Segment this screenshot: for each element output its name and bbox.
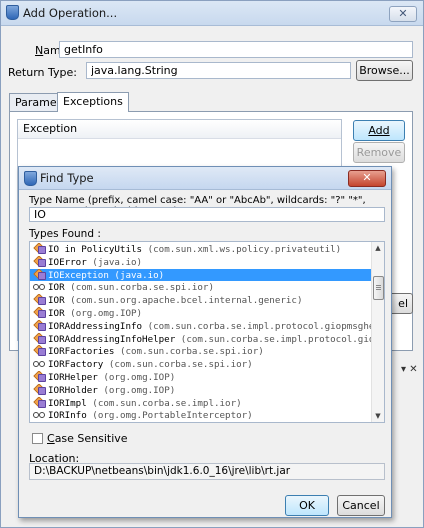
type-name: IOR — [48, 295, 65, 307]
type-name: IORAddressingInfo — [48, 320, 143, 332]
interface-icon — [33, 281, 45, 291]
type-result-row[interactable]: IORInfoExt (com.sun.corba.se.spi.legacy.… — [30, 422, 373, 423]
class-icon — [33, 307, 46, 318]
types-found-label: Types Found : — [29, 228, 101, 240]
close-button[interactable]: ✕ — [389, 6, 417, 22]
type-package: (com.sun.corba.se.impl.protocol.gio... — [180, 333, 373, 345]
type-package: (org.omg.IOP) — [70, 307, 143, 319]
tab-exceptions[interactable]: Exceptions — [57, 92, 129, 112]
type-package: (org.omg.IOP) — [103, 371, 176, 383]
interface-icon — [33, 422, 45, 423]
exception-column-header[interactable]: Exception — [18, 120, 341, 139]
scroll-down-arrow-icon[interactable]: ▼ — [372, 410, 384, 422]
type-result-row[interactable]: IO in PolicyUtils (com.sun.xml.ws.policy… — [30, 243, 373, 256]
type-name: IORImpl — [48, 397, 87, 409]
type-package: (com.sun.corba.se.spi.ior) — [119, 346, 264, 358]
type-package: (com.sun.org.apache.bcel.internal.generi… — [70, 295, 303, 307]
find-type-title-bar[interactable]: Find Type ✕ — [19, 167, 391, 190]
netbeans-app-icon — [24, 171, 37, 186]
grip-line — [376, 285, 381, 286]
add-button-label: Add — [368, 124, 390, 137]
name-input[interactable] — [59, 41, 413, 58]
types-found-list[interactable]: IO in PolicyUtils (com.sun.xml.ws.policy… — [29, 241, 385, 423]
find-type-title: Find Type — [40, 171, 94, 185]
grip-line — [376, 287, 381, 288]
type-package: (java.io) — [114, 269, 165, 281]
type-result-row[interactable]: IOException (java.io) — [30, 268, 373, 282]
type-name: IO in PolicyUtils — [48, 244, 143, 255]
netbeans-app-icon — [6, 5, 19, 20]
type-package: (com.sun.corba.se.spi.ior) — [108, 359, 253, 371]
case-sensitive-label-rest: ase Sensitive — [54, 432, 128, 445]
case-sensitive-checkbox[interactable] — [32, 433, 43, 444]
type-result-row[interactable]: IORFactory (com.sun.corba.se.spi.ior) — [30, 358, 373, 371]
type-result-row[interactable]: IOR (org.omg.IOP) — [30, 307, 373, 320]
type-result-row[interactable]: IOError (java.io) — [30, 256, 373, 269]
close-small-icon[interactable]: ✕ — [409, 364, 417, 375]
type-name: IORAddressingInfoHelper — [48, 333, 176, 345]
return-type-label: Return Type: — [8, 66, 77, 79]
remove-button[interactable]: Remove — [353, 142, 405, 163]
ok-button[interactable]: OK — [285, 495, 329, 516]
type-name: IORFactory — [48, 359, 104, 371]
type-name: IOError — [48, 256, 87, 268]
case-sensitive-label: Case Sensitive — [47, 432, 128, 445]
type-result-row[interactable]: IORInfo (org.omg.PortableInterceptor) — [30, 409, 373, 422]
class-icon — [33, 294, 46, 306]
background-window-controls: ▾ ✕ — [401, 363, 423, 377]
type-result-row[interactable]: IORImpl (com.sun.corba.se.impl.ior) — [30, 397, 373, 410]
type-package: (java.io) — [92, 256, 143, 268]
type-name: IORHolder — [48, 384, 98, 396]
type-result-row[interactable]: IOR (com.sun.org.apache.bcel.internal.ge… — [30, 294, 373, 307]
type-result-row[interactable]: IORFactories (com.sun.corba.se.spi.ior) — [30, 345, 373, 358]
type-package: (org.omg.PortableInterceptor) — [92, 410, 253, 422]
type-name: IORHelper — [48, 371, 98, 383]
class-icon — [33, 397, 46, 408]
type-package: (com.sun.corba.se.impl.protocol.giopmsgh… — [147, 320, 373, 332]
type-name: IORFactories — [48, 346, 115, 358]
add-button[interactable]: Add — [353, 120, 405, 141]
list-scrollbar[interactable]: ▲ ▼ — [371, 242, 384, 422]
grip-line — [376, 289, 381, 290]
class-icon — [33, 333, 46, 344]
dialog-title-bar[interactable]: Add Operation... ✕ — [1, 1, 423, 26]
location-field[interactable]: D:\BACKUP\netbeans\bin\jdk1.6.0_16\jre\l… — [29, 463, 385, 480]
class-icon — [33, 345, 46, 357]
find-type-close-button[interactable]: ✕ — [348, 170, 386, 187]
type-package: (org.omg.IOP) — [103, 384, 176, 396]
type-result-row[interactable]: IORHelper (org.omg.IOP) — [30, 371, 373, 384]
type-result-row[interactable]: IOR (com.sun.corba.se.spi.ior) — [30, 281, 373, 294]
class-icon — [33, 384, 46, 395]
scroll-thumb[interactable] — [373, 276, 384, 300]
class-icon — [33, 243, 46, 254]
class-icon — [33, 256, 46, 267]
type-name: IORInfo — [48, 410, 87, 422]
type-name: IOR — [48, 282, 65, 294]
return-type-input[interactable] — [86, 62, 351, 79]
type-name-input[interactable] — [29, 207, 385, 222]
dropdown-arrow-icon[interactable]: ▾ — [401, 364, 406, 375]
type-result-row[interactable]: IORHolder (org.omg.IOP) — [30, 384, 373, 397]
interface-icon — [33, 358, 45, 368]
interface-icon — [33, 409, 45, 419]
class-icon — [33, 320, 46, 331]
case-sensitive-mnemonic: C — [47, 432, 55, 445]
type-package: (com.sun.corba.se.impl.ior) — [92, 397, 242, 409]
cancel-button[interactable]: Cancel — [337, 495, 385, 516]
type-name: IOR — [48, 307, 65, 319]
dialog-title: Add Operation... — [23, 6, 118, 20]
class-icon — [33, 269, 46, 280]
type-package: (com.sun.xml.ws.policy.privateutil) — [147, 244, 342, 255]
class-icon — [33, 371, 46, 382]
type-result-row[interactable]: IORAddressingInfo (com.sun.corba.se.impl… — [30, 320, 373, 333]
scroll-up-arrow-icon[interactable]: ▲ — [372, 242, 384, 254]
type-name: IOException — [48, 269, 109, 281]
type-package: (com.sun.corba.se.spi.ior) — [70, 282, 214, 294]
name-label-mnemonic: N — [35, 44, 44, 57]
browse-button[interactable]: Browse... — [356, 60, 413, 81]
type-result-row[interactable]: IORAddressingInfoHelper (com.sun.corba.s… — [30, 333, 373, 346]
find-type-dialog: Find Type ✕ Type Name (prefix, camel cas… — [18, 166, 392, 518]
types-found-rows: IO in PolicyUtils (com.sun.xml.ws.policy… — [30, 243, 373, 423]
